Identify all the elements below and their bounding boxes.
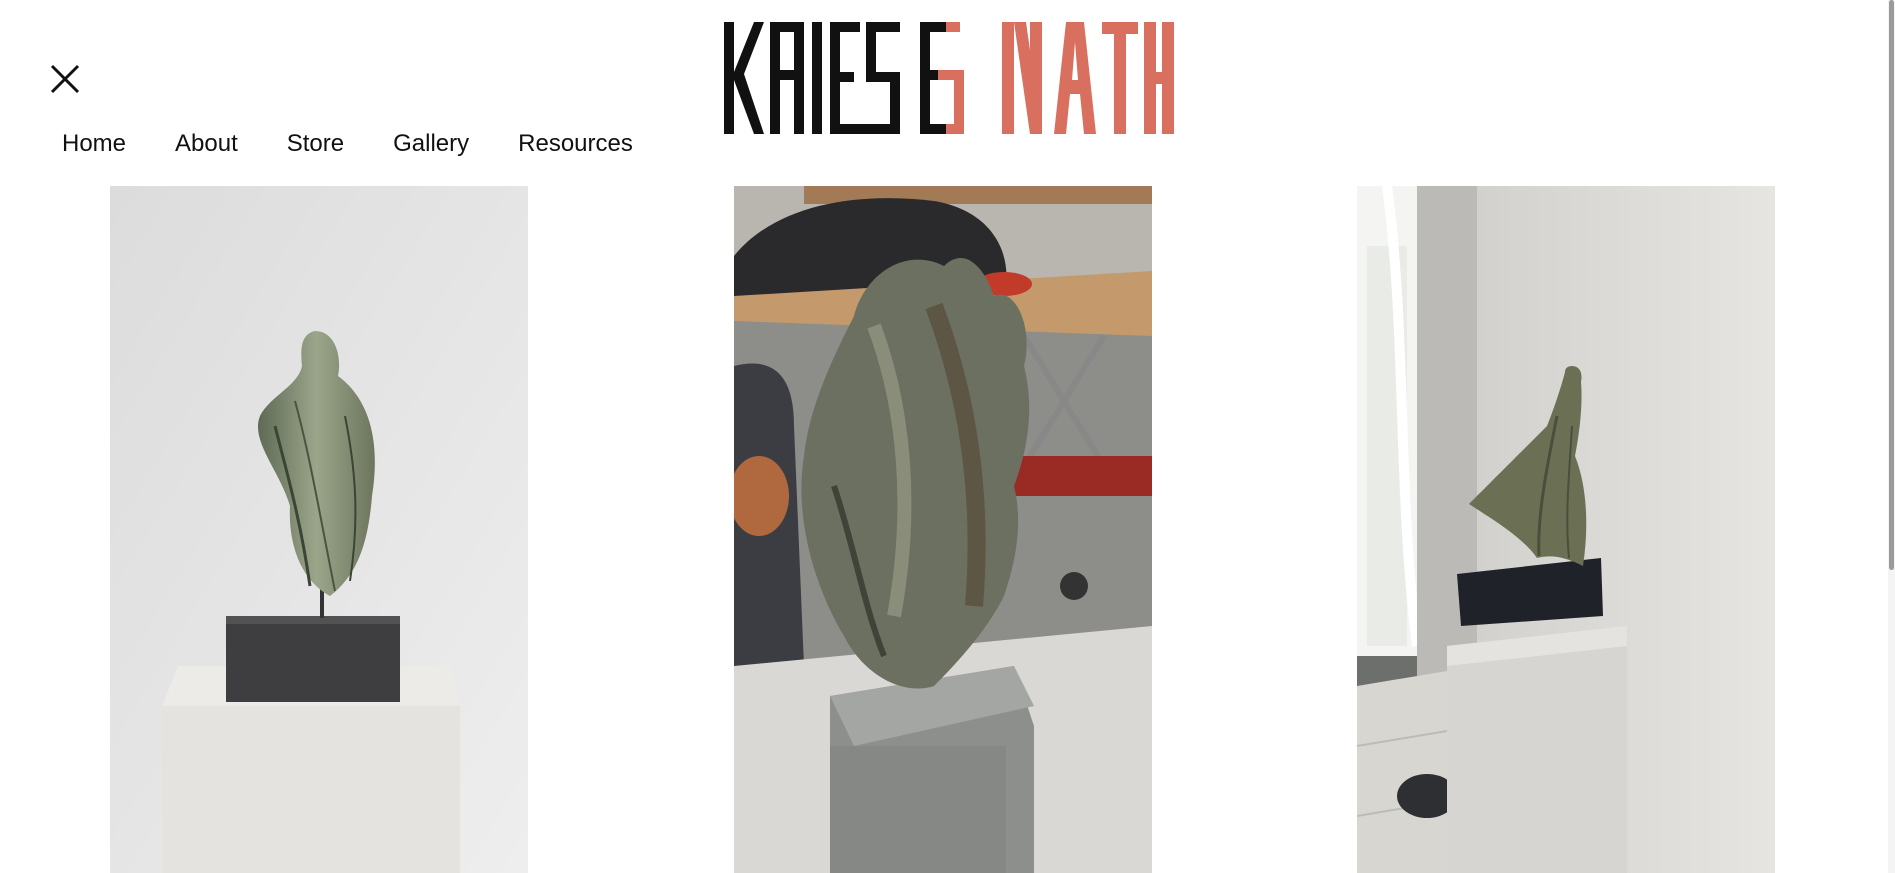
close-icon: [50, 64, 80, 94]
main-nav: Home About Store Gallery Resources: [62, 128, 682, 160]
gallery-image-3[interactable]: [1357, 186, 1775, 873]
scrollbar-track[interactable]: [1888, 0, 1895, 873]
scrollbar-thumb[interactable]: [1889, 0, 1894, 570]
logo-graphic: [724, 22, 1174, 134]
nav-link-store[interactable]: Store: [287, 128, 344, 160]
gallery-image-1[interactable]: [110, 186, 528, 873]
nav-link-about[interactable]: About: [175, 128, 238, 160]
site-logo[interactable]: [724, 22, 1174, 134]
gallery-image-2[interactable]: [734, 186, 1152, 873]
nav-link-home[interactable]: Home: [62, 128, 126, 160]
nav-link-gallery[interactable]: Gallery: [393, 128, 469, 160]
sculpture-image: [110, 186, 528, 873]
close-menu-button[interactable]: [46, 60, 84, 98]
sculpture-image: [734, 186, 1152, 873]
nav-link-resources[interactable]: Resources: [518, 128, 633, 160]
page: Home About Store Gallery Resources: [0, 0, 1895, 873]
sculpture-image: [1357, 186, 1775, 873]
